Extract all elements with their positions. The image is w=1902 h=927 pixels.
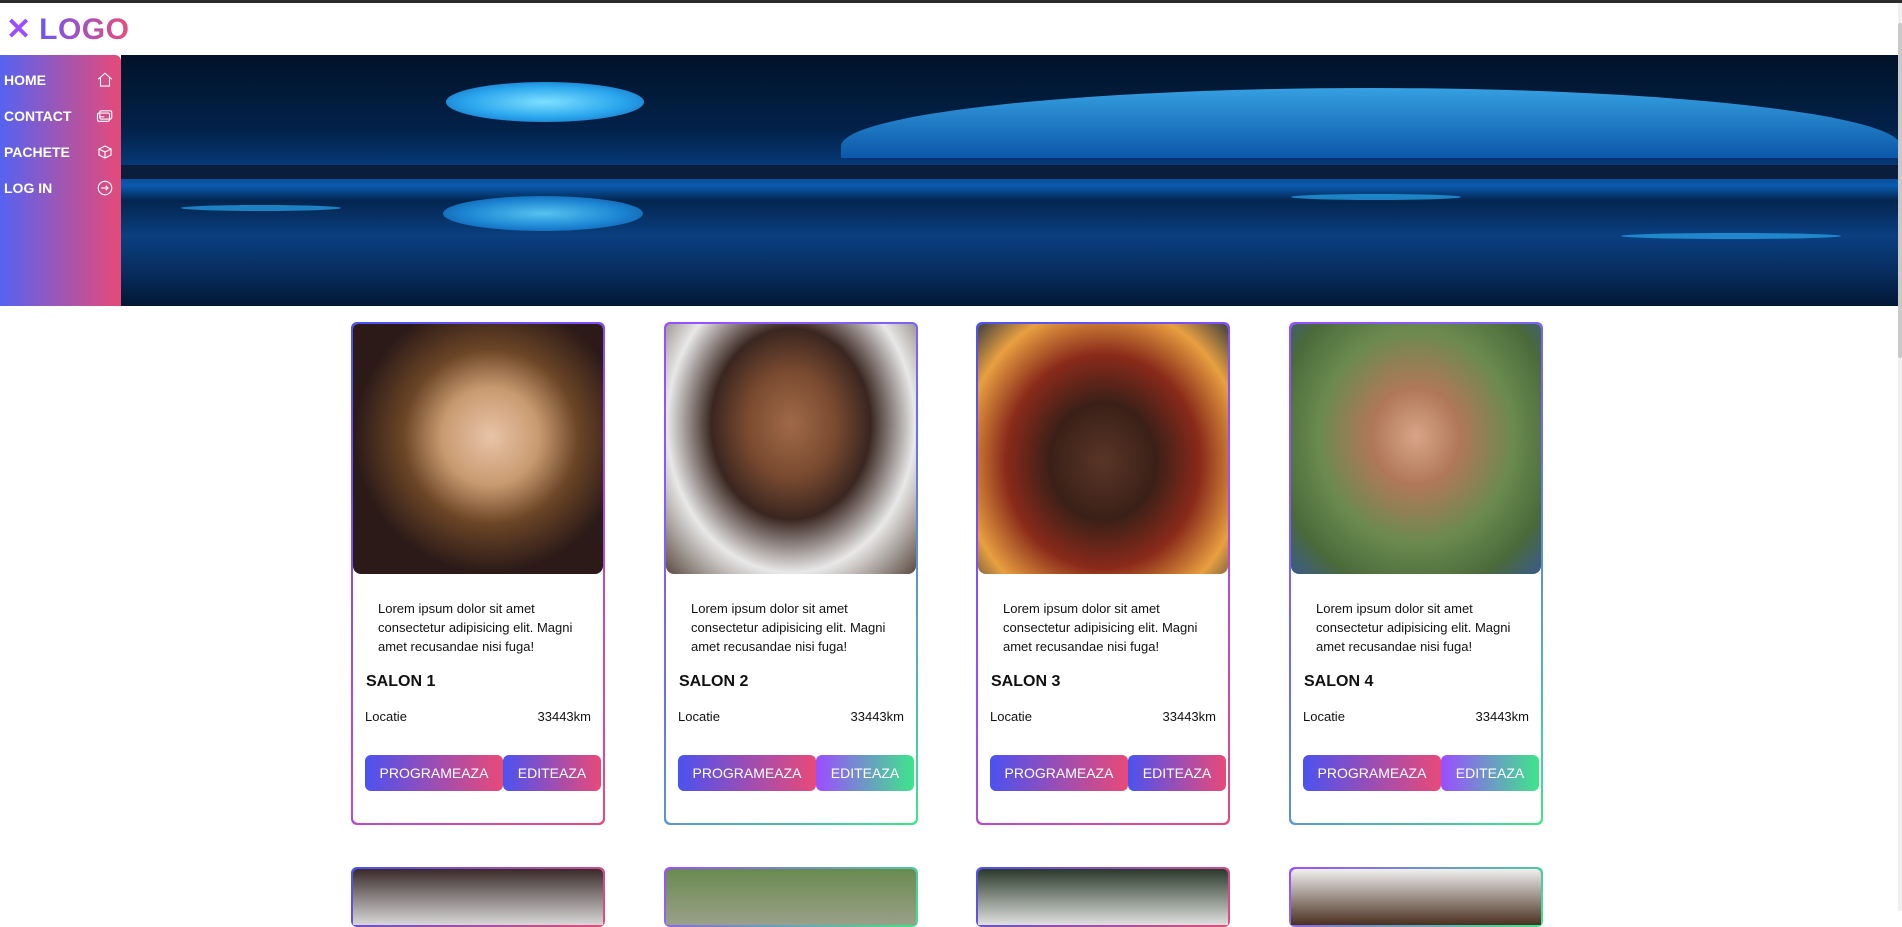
distance-value: 33443km: [1475, 709, 1529, 724]
sidebar-item-home[interactable]: HOME: [4, 69, 114, 91]
salon-photo: [1291, 869, 1541, 925]
home-icon: [97, 72, 113, 87]
programeaza-button[interactable]: PROGRAMEAZA: [990, 755, 1128, 791]
card-title: SALON 4: [1304, 673, 1374, 690]
location-label: Locatie: [1303, 709, 1345, 724]
location-label: Locatie: [990, 709, 1032, 724]
banner-glint: [1621, 233, 1841, 239]
editeaza-button[interactable]: EDITEAZA: [503, 755, 601, 791]
salon-card-partial: [664, 867, 918, 927]
salon-card: Lorem ipsum dolor sit amet consectetur a…: [351, 322, 605, 825]
salon-photo: [1291, 324, 1541, 574]
banner-mountains: [841, 88, 1898, 158]
sidebar-item-contact[interactable]: CONTACT: [4, 105, 114, 127]
card-description: Lorem ipsum dolor sit amet consectetur a…: [378, 601, 573, 654]
salon-card-partial: [976, 867, 1230, 927]
distance-value: 33443km: [850, 709, 904, 724]
salon-photo: [978, 324, 1228, 574]
logo-text[interactable]: LOGO: [39, 13, 129, 47]
card-description: Lorem ipsum dolor sit amet consectetur a…: [691, 601, 886, 654]
sidebar-item-label: PACHETE: [4, 144, 70, 160]
sidebar-item-pachete[interactable]: PACHETE: [4, 141, 114, 163]
card-title: SALON 2: [679, 673, 749, 690]
login-icon: [97, 180, 113, 196]
programeaza-button[interactable]: PROGRAMEAZA: [678, 755, 816, 791]
card-location-row: Locatie 33443km: [678, 709, 904, 724]
package-icon: [97, 145, 113, 159]
salon-card: Lorem ipsum dolor sit amet consectetur a…: [664, 322, 918, 825]
hero-banner-image: [121, 55, 1898, 306]
card-location-row: Locatie 33443km: [1303, 709, 1529, 724]
editeaza-button[interactable]: EDITEAZA: [816, 755, 914, 791]
scrollbar-thumb[interactable]: [1898, 23, 1902, 358]
salon-photo: [666, 324, 916, 574]
site-header: ✕ LOGO: [0, 3, 1898, 55]
location-label: Locatie: [365, 709, 407, 724]
programeaza-button[interactable]: PROGRAMEAZA: [365, 755, 503, 791]
logo[interactable]: ✕ LOGO: [6, 13, 129, 47]
sidebar-item-login[interactable]: LOG IN: [4, 177, 114, 199]
banner-moon-reflection: [443, 196, 643, 231]
salon-card-partial: [351, 867, 605, 927]
salon-photo: [353, 324, 603, 574]
salon-photo: [978, 869, 1228, 925]
card-title: SALON 1: [366, 673, 436, 690]
salon-card: Lorem ipsum dolor sit amet consectetur a…: [1289, 322, 1543, 825]
banner-glint: [181, 205, 341, 211]
close-menu-icon[interactable]: ✕: [6, 15, 31, 45]
distance-value: 33443km: [1162, 709, 1216, 724]
salon-photo: [666, 869, 916, 925]
editeaza-button[interactable]: EDITEAZA: [1128, 755, 1226, 791]
card-location-row: Locatie 33443km: [365, 709, 591, 724]
banner-moon: [446, 82, 644, 122]
card-title: SALON 3: [991, 673, 1061, 690]
sidebar-nav: HOME CONTACT PACHETE LOG IN: [0, 55, 121, 306]
distance-value: 33443km: [537, 709, 591, 724]
sidebar-item-label: LOG IN: [4, 180, 53, 196]
banner-glint: [1291, 194, 1461, 200]
salon-photo: [353, 869, 603, 925]
card-description: Lorem ipsum dolor sit amet consectetur a…: [1003, 601, 1198, 654]
sidebar-item-label: HOME: [4, 72, 46, 88]
programeaza-button[interactable]: PROGRAMEAZA: [1303, 755, 1441, 791]
banner-shore: [121, 165, 1898, 179]
page-scrollbar[interactable]: [1898, 3, 1902, 911]
salon-card: Lorem ipsum dolor sit amet consectetur a…: [976, 322, 1230, 825]
sidebar-item-label: CONTACT: [4, 108, 72, 124]
location-label: Locatie: [678, 709, 720, 724]
card-location-row: Locatie 33443km: [990, 709, 1216, 724]
card-description: Lorem ipsum dolor sit amet consectetur a…: [1316, 601, 1511, 654]
salon-card-partial: [1289, 867, 1543, 927]
contact-card-icon: [96, 110, 113, 122]
editeaza-button[interactable]: EDITEAZA: [1441, 755, 1539, 791]
